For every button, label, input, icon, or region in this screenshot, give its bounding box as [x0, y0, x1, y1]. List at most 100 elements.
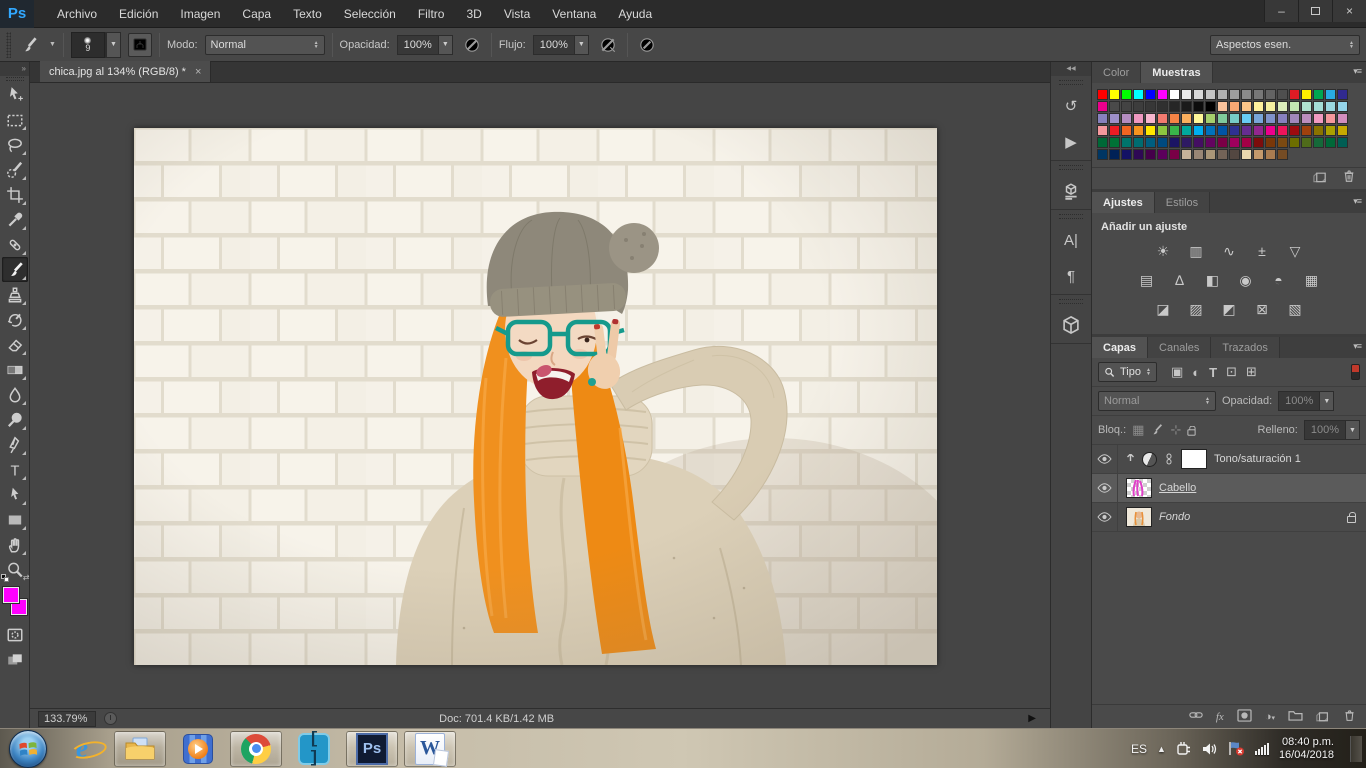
minimize-button[interactable]: – — [1264, 0, 1298, 22]
color-swatch[interactable] — [1325, 89, 1336, 100]
color-swatch[interactable] — [1193, 113, 1204, 124]
filter-pixel-layers-icon[interactable]: ▣ — [1171, 364, 1183, 380]
color-swatch[interactable] — [1181, 125, 1192, 136]
color-swatch[interactable] — [1301, 125, 1312, 136]
new-layer-icon[interactable] — [1316, 709, 1330, 725]
color-swatch[interactable] — [1193, 101, 1204, 112]
pressure-opacity-icon[interactable] — [460, 33, 484, 57]
color-swatch[interactable] — [1121, 101, 1132, 112]
color-swatch[interactable] — [1301, 101, 1312, 112]
color-swatch[interactable] — [1265, 101, 1276, 112]
layer-name[interactable]: Tono/saturación 1 — [1214, 453, 1301, 465]
color-swatch[interactable] — [1205, 125, 1216, 136]
new-swatch-icon[interactable] — [1313, 169, 1328, 188]
color-swatch[interactable] — [1337, 137, 1348, 148]
color-swatch[interactable] — [1193, 137, 1204, 148]
ajuste-invertir-icon[interactable]: ◪ — [1151, 299, 1175, 319]
layer-row-cabello[interactable]: Cabello — [1092, 474, 1366, 503]
taskbar-photoshop[interactable]: Ps — [346, 731, 398, 767]
ajuste-curvas-icon[interactable]: ∿ — [1217, 241, 1241, 261]
move-tool[interactable] — [2, 82, 28, 107]
color-swatch[interactable] — [1289, 125, 1300, 136]
color-swatch[interactable] — [1325, 137, 1336, 148]
taskbar-internet-explorer[interactable]: e — [56, 731, 108, 767]
color-swatch[interactable] — [1169, 149, 1180, 160]
color-swatch[interactable] — [1205, 101, 1216, 112]
screen-mode-button[interactable] — [2, 647, 28, 672]
taskbar-word[interactable]: W — [404, 731, 456, 767]
color-swatch[interactable] — [1109, 149, 1120, 160]
ajuste-brillo-contraste-icon[interactable]: ☀ — [1151, 241, 1175, 261]
color-swatch[interactable] — [1181, 149, 1192, 160]
color-swatch[interactable] — [1121, 125, 1132, 136]
history-panel-icon[interactable]: ↺ — [1051, 88, 1091, 124]
color-swatch[interactable] — [1229, 125, 1240, 136]
color-swatch[interactable] — [1145, 89, 1156, 100]
color-swatch[interactable] — [1157, 137, 1168, 148]
color-swatch[interactable] — [1205, 137, 1216, 148]
menu-imagen[interactable]: Imagen — [169, 1, 231, 27]
lock-paint-icon[interactable] — [1150, 423, 1164, 437]
lock-transparency-icon[interactable]: ▦ — [1132, 422, 1144, 438]
panel-menu-icon[interactable]: ▾≡ — [1353, 66, 1361, 77]
lock-position-icon[interactable]: ⊹ — [1170, 422, 1181, 438]
document-tab[interactable]: chica.jpg al 134% (RGB/8) * × — [40, 61, 211, 82]
power-plug-icon[interactable] — [1176, 741, 1192, 757]
menu-vista[interactable]: Vista — [493, 1, 541, 27]
color-swatch[interactable] — [1277, 101, 1288, 112]
status-menu-arrow-icon[interactable]: ▶ — [1028, 713, 1036, 724]
panel-menu-icon[interactable]: ▾≡ — [1353, 196, 1361, 207]
color-swatch[interactable] — [1229, 101, 1240, 112]
hand-tool[interactable] — [2, 532, 28, 557]
add-layer-mask-icon[interactable] — [1237, 709, 1252, 725]
tab-muestras[interactable]: Muestras — [1141, 62, 1212, 83]
color-swatch[interactable] — [1121, 113, 1132, 124]
color-swatch[interactable] — [1325, 125, 1336, 136]
clone-stamp-tool[interactable] — [2, 282, 28, 307]
tab-trazados[interactable]: Trazados — [1211, 337, 1279, 358]
color-swatch[interactable] — [1217, 137, 1228, 148]
color-swatch[interactable] — [1133, 149, 1144, 160]
toggle-brush-panel-button[interactable] — [128, 33, 152, 57]
delete-swatch-icon[interactable] — [1342, 169, 1356, 188]
brush-preset-caret-icon[interactable]: ▼ — [49, 41, 56, 48]
workspace-select[interactable]: Aspectos esen. ▲▼ — [1210, 35, 1360, 55]
rectangular-marquee-tool[interactable] — [2, 107, 28, 132]
ajuste-tono-saturacion-icon[interactable]: ▤ — [1135, 270, 1159, 290]
lasso-tool[interactable] — [2, 132, 28, 157]
blend-mode-select[interactable]: Normal ▲▼ — [205, 35, 325, 55]
color-swatch[interactable] — [1169, 101, 1180, 112]
new-group-icon[interactable] — [1288, 709, 1303, 724]
color-swatch[interactable] — [1265, 89, 1276, 100]
color-swatch[interactable] — [1193, 89, 1204, 100]
color-swatch[interactable] — [1205, 89, 1216, 100]
color-swatch[interactable] — [1133, 89, 1144, 100]
paragraph-panel-icon[interactable]: ¶ — [1051, 258, 1091, 294]
color-swatch[interactable] — [1253, 113, 1264, 124]
color-swatch[interactable] — [1289, 113, 1300, 124]
ajuste-mezclador-canales-icon[interactable]: ◓ — [1267, 270, 1291, 290]
show-desktop-button[interactable] — [1350, 736, 1362, 762]
color-swatch[interactable] — [1253, 137, 1264, 148]
toolbar-grip[interactable] — [6, 77, 24, 81]
color-swatch[interactable] — [1157, 149, 1168, 160]
filtering-toggle[interactable] — [1351, 364, 1360, 380]
color-swatch[interactable] — [1145, 101, 1156, 112]
toolbar-collapse-button[interactable]: » — [0, 62, 29, 76]
ajuste-umbral-icon[interactable]: ◩ — [1217, 299, 1241, 319]
ajuste-equilibrio-color-icon[interactable]: ∆ — [1168, 270, 1192, 290]
status-clock-icon[interactable] — [104, 712, 117, 725]
color-swatch[interactable] — [1217, 149, 1228, 160]
ajuste-filtro-fotografia-icon[interactable]: ◉ — [1234, 270, 1258, 290]
color-swatch[interactable] — [1109, 101, 1120, 112]
layer-thumbnail[interactable] — [1126, 507, 1152, 527]
color-swatch[interactable] — [1097, 101, 1108, 112]
color-swatch[interactable] — [1181, 101, 1192, 112]
color-swatch[interactable] — [1253, 101, 1264, 112]
color-swatch[interactable] — [1277, 149, 1288, 160]
color-swatch[interactable] — [1109, 125, 1120, 136]
layer-row-fondo[interactable]: Fondo — [1092, 503, 1366, 532]
color-swatch[interactable] — [1265, 137, 1276, 148]
color-swatch[interactable] — [1313, 125, 1324, 136]
menu-ventana[interactable]: Ventana — [541, 1, 607, 27]
